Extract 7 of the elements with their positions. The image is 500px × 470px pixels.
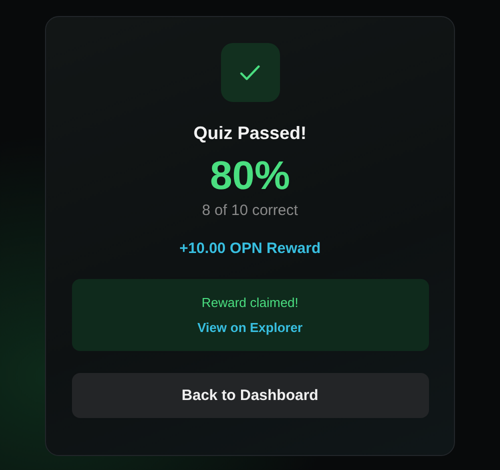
score-percent: 80% xyxy=(210,154,290,198)
back-button[interactable]: Back to Dashboard xyxy=(72,373,428,418)
explorer-link[interactable]: View on Explorer xyxy=(197,320,303,335)
claim-message: Reward claimed! xyxy=(202,295,298,310)
reward-amount: +10.00 OPN Reward xyxy=(179,240,321,257)
result-title: Quiz Passed! xyxy=(193,123,307,144)
score-detail: 8 of 10 correct xyxy=(202,202,298,219)
